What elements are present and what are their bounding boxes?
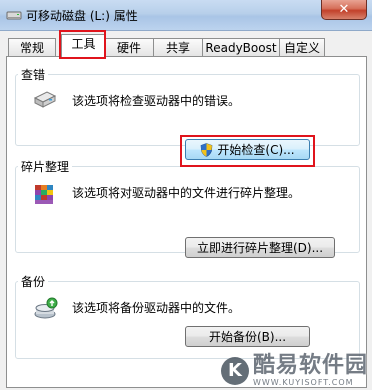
start-check-highlight bbox=[180, 135, 315, 167]
tab-customize[interactable]: 自定义 bbox=[279, 38, 325, 57]
backup-icon bbox=[33, 296, 59, 325]
tools-tab-highlight bbox=[59, 30, 106, 59]
error-check-title: 查错 bbox=[18, 66, 49, 83]
watermark-url: WWW.KUYISOFT.COM bbox=[252, 378, 354, 387]
properties-dialog: 常规 工具 硬件 共享 ReadyBoost 自定义 查错 该选项将检查驱动器中… bbox=[0, 30, 372, 390]
tab-readyboost[interactable]: ReadyBoost bbox=[202, 38, 280, 57]
backup-description: 该选项将备份驱动器中的文件。 bbox=[72, 301, 241, 315]
defrag-icon bbox=[33, 181, 59, 210]
site-watermark: K 酷易软件园 WWW.KUYISOFT.COM bbox=[220, 353, 368, 387]
watermark-logo-icon: K bbox=[220, 356, 249, 385]
drive-check-icon bbox=[32, 89, 58, 114]
removable-drive-icon bbox=[6, 8, 22, 25]
close-icon: ✕ bbox=[338, 2, 350, 17]
tools-page: 查错 该选项将检查驱动器中的错误。 开始检查(C)... 碎片整理 该选项将对驱… bbox=[6, 56, 367, 388]
close-button[interactable]: ✕ bbox=[321, 0, 367, 20]
backup-group: 备份 该选项将备份驱动器中的文件。 bbox=[15, 273, 360, 359]
defrag-description: 该选项将对驱动器中的文件进行碎片整理。 bbox=[72, 186, 301, 200]
tab-hardware[interactable]: 硬件 bbox=[104, 38, 154, 57]
window-title: 可移动磁盘 (L:) 属性 bbox=[26, 9, 138, 23]
error-check-description: 该选项将检查驱动器中的错误。 bbox=[72, 94, 241, 108]
defrag-now-button[interactable]: 立即进行碎片整理(D)... bbox=[185, 237, 335, 258]
defrag-title: 碎片整理 bbox=[18, 158, 73, 175]
tab-general[interactable]: 常规 bbox=[8, 38, 56, 57]
watermark-text: 酷易软件园 bbox=[252, 353, 368, 378]
backup-title: 备份 bbox=[18, 273, 49, 290]
title-bar: 可移动磁盘 (L:) 属性 ✕ bbox=[0, 0, 372, 31]
start-backup-button[interactable]: 开始备份(B)... bbox=[185, 326, 310, 347]
tab-strip: 常规 工具 硬件 共享 ReadyBoost 自定义 bbox=[0, 30, 372, 59]
tab-sharing[interactable]: 共享 bbox=[153, 38, 203, 57]
